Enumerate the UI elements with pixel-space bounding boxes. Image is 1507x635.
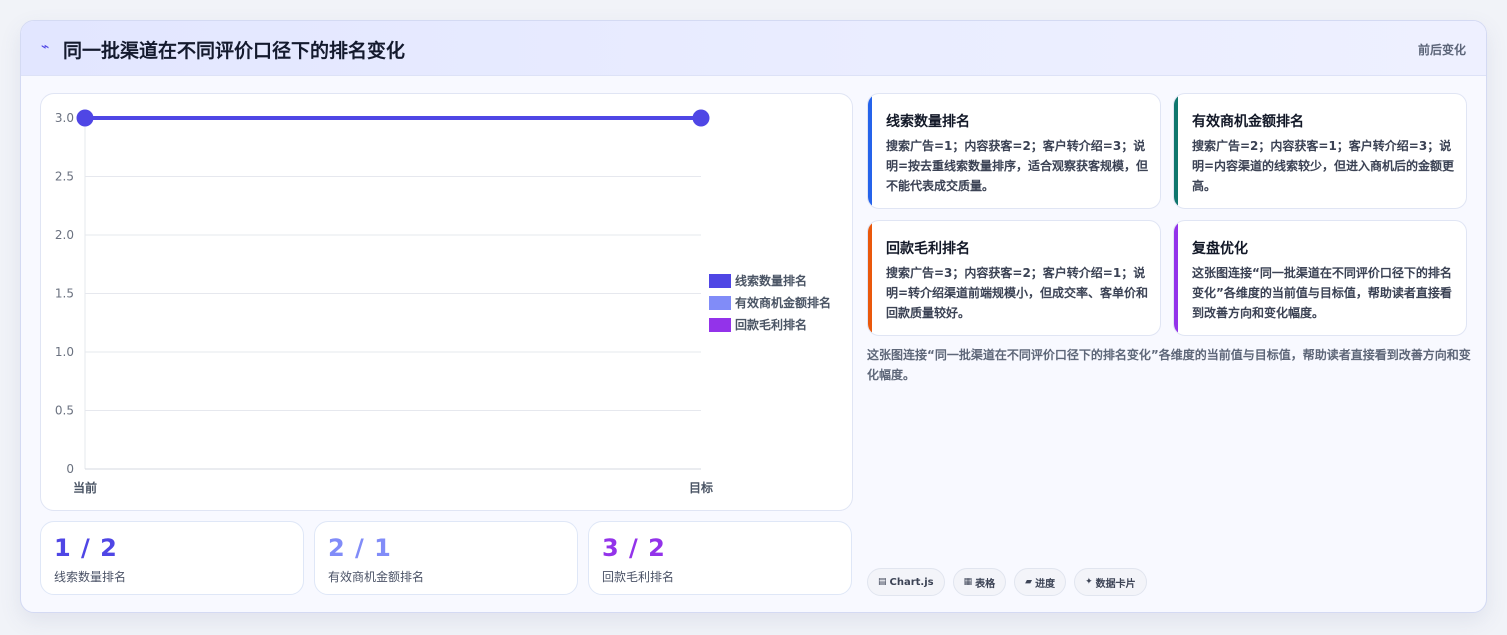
tag-chartjs[interactable]: ▤ Chart.js bbox=[867, 568, 945, 596]
tag-data-card[interactable]: ✦ 数据卡片 bbox=[1074, 568, 1147, 596]
legend-label: 有效商机金额排名 bbox=[735, 295, 831, 310]
chart-icon: ▤ bbox=[878, 577, 887, 587]
tag-label: 进度 bbox=[1035, 578, 1056, 590]
y-tick-label: 1.0 bbox=[55, 345, 74, 359]
stat-label: 线索数量排名 bbox=[54, 570, 127, 584]
info-title: 复盘优化 bbox=[1192, 241, 1248, 257]
legend-label: 回款毛利排名 bbox=[735, 317, 807, 332]
info-card-opportunity: 有效商机金额排名 搜索广告=2；内容获客=1；客户转介绍=3；说明=内容渠道的线… bbox=[1173, 93, 1467, 209]
chart-description: 这张图连接“同一批渠道在不同评价口径下的排名变化”各维度的当前值与目标值，帮助读… bbox=[867, 348, 1471, 382]
accent-bar bbox=[868, 94, 872, 208]
accent-bar bbox=[1174, 221, 1178, 335]
tag-label: 数据卡片 bbox=[1095, 578, 1136, 590]
sparkle-icon: ✦ bbox=[1085, 577, 1093, 587]
x-tick-label: 目标 bbox=[689, 480, 713, 495]
info-card-review: 复盘优化 这张图连接“同一批渠道在不同评价口径下的排名变化”各维度的当前值与目标… bbox=[1173, 220, 1467, 336]
info-title: 回款毛利排名 bbox=[886, 241, 970, 257]
progress-icon: ▰ bbox=[1025, 577, 1033, 587]
chart-panel: 0 0.5 1.0 1.5 2.0 2.5 3.0 当前 目标 线索数量排名有效商机金额排名 回款毛… bbox=[40, 93, 853, 511]
y-tick-label: 1.5 bbox=[55, 287, 74, 301]
stat-card-clues: 1 / 2 线索数量排名 bbox=[40, 521, 304, 595]
data-point bbox=[76, 109, 94, 127]
data-point bbox=[692, 109, 710, 127]
y-tick-label: 0 bbox=[66, 462, 74, 476]
info-card-margin: 回款毛利排名 搜索广告=3；内容获客=2；客户转介绍=1；说明=转介绍渠道前端规… bbox=[867, 220, 1161, 336]
stat-label: 回款毛利排名 bbox=[602, 570, 675, 584]
accent-bar bbox=[868, 221, 872, 335]
y-tick-label: 3.0 bbox=[55, 111, 74, 125]
info-body: 这张图连接“同一批渠道在不同评价口径下的排名变化”各维度的当前值与目标值，帮助读… bbox=[1192, 266, 1452, 320]
stat-value: 3 / 2 bbox=[602, 534, 666, 562]
tag-table[interactable]: ▦ 表格 bbox=[952, 568, 1007, 596]
line-chart: 0 0.5 1.0 1.5 2.0 2.5 3.0 当前 目标 线索数量排名有效商机金额排名回款毛… bbox=[55, 109, 831, 495]
legend-swatch bbox=[709, 274, 731, 288]
page-title: 同一批渠道在不同评价口径下的排名变化 bbox=[63, 40, 406, 62]
y-tick-label: 2.0 bbox=[55, 228, 74, 242]
wave-icon: ⌁ bbox=[41, 39, 50, 55]
legend-label: 线索数量排名 bbox=[735, 273, 807, 288]
info-title: 线索数量排名 bbox=[886, 114, 970, 130]
legend-swatch bbox=[709, 318, 731, 332]
y-tick-label: 0.5 bbox=[55, 404, 74, 418]
info-title: 有效商机金额排名 bbox=[1192, 114, 1304, 130]
stat-card-opportunity: 2 / 1 有效商机金额排名 bbox=[314, 521, 578, 595]
tag-progress[interactable]: ▰ 进度 bbox=[1014, 568, 1067, 596]
stat-label: 有效商机金额排名 bbox=[328, 570, 425, 584]
y-tick-label: 2.5 bbox=[55, 170, 74, 184]
stat-value: 1 / 2 bbox=[54, 534, 118, 562]
info-body: 搜索广告=2；内容获客=1；客户转介绍=3；说明=内容渠道的线索较少，但进入商机… bbox=[1192, 139, 1455, 193]
card-header: ⌁ 同一批渠道在不同评价口径下的排名变化 前后变化 bbox=[21, 21, 1486, 76]
info-body: 搜索广告=1；内容获客=2；客户转介绍=3；说明=按去重线索数量排序，适合观察获… bbox=[886, 139, 1149, 193]
table-icon: ▦ bbox=[963, 577, 973, 587]
header-right-label: 前后变化 bbox=[1417, 43, 1466, 57]
tag-label: 表格 bbox=[975, 578, 996, 590]
accent-bar bbox=[1174, 94, 1178, 208]
main-card: ⌁ 同一批渠道在不同评价口径下的排名变化 前后变化 0 0.5 1.0 1.5 2.0 2… bbox=[20, 20, 1487, 613]
info-card-clues: 线索数量排名 搜索广告=1；内容获客=2；客户转介绍=3；说明=按去重线索数量排… bbox=[867, 93, 1161, 209]
x-tick-label: 当前 bbox=[73, 480, 97, 495]
tag-label: Chart.js bbox=[889, 576, 934, 588]
tag-list: ▤ Chart.js ▦ 表格 ▰ 进度 ✦ 数据卡片 bbox=[867, 568, 1147, 596]
stat-card-margin: 3 / 2 回款毛利排名 bbox=[588, 521, 852, 595]
legend-swatch bbox=[709, 296, 731, 310]
stat-value: 2 / 1 bbox=[328, 534, 392, 562]
info-body: 搜索广告=3；内容获客=2；客户转介绍=1；说明=转介绍渠道前端规模小，但成交率… bbox=[886, 266, 1149, 320]
